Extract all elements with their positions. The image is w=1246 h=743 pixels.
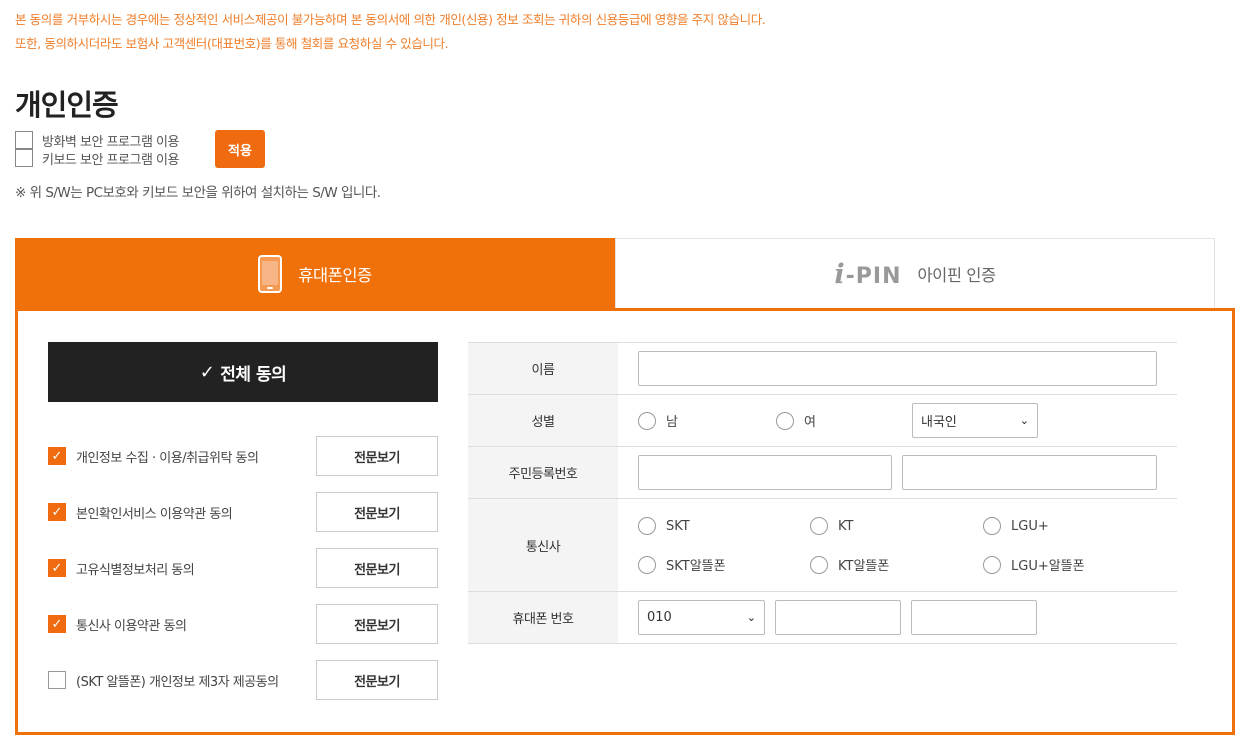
keyboard-security-checkbox[interactable] xyxy=(15,149,33,167)
tab-ipin-auth[interactable]: i-PIN 아이핀 인증 xyxy=(615,238,1215,309)
phone-number-label: 휴대폰 번호 xyxy=(468,592,618,643)
view-full-button[interactable]: 전문보기 xyxy=(316,660,438,700)
form-row-rrn: 주민등록번호 xyxy=(468,447,1177,499)
terms-row-unique-id: ✓ 고유식별정보처리 동의 전문보기 xyxy=(48,548,438,588)
form-row-carrier: 통신사 SKT KT LGU+ SKT알뜰폰 KT알뜰폰 LGU+알뜰폰 xyxy=(468,499,1177,592)
terms-label: 고유식별정보처리 동의 xyxy=(76,562,195,578)
view-full-button[interactable]: 전문보기 xyxy=(316,604,438,644)
terms-label: 개인정보 수집 · 이용/취급위탁 동의 xyxy=(76,450,259,466)
chevron-down-icon: ⌄ xyxy=(1019,414,1029,427)
page-title: 개인인증 xyxy=(15,88,119,122)
firewall-checkbox[interactable] xyxy=(15,131,33,149)
name-input[interactable] xyxy=(638,351,1157,386)
terms-label: 통신사 이용약관 동의 xyxy=(76,618,187,634)
form-row-gender: 성별 남 여 내국인 ⌄ xyxy=(468,395,1177,447)
rrn-front-input[interactable] xyxy=(638,455,892,490)
gender-label: 성별 xyxy=(468,395,618,446)
chevron-down-icon: ⌄ xyxy=(746,611,756,624)
terms-row-identity: ✓ 본인확인서비스 이용약관 동의 전문보기 xyxy=(48,492,438,532)
view-full-button[interactable]: 전문보기 xyxy=(316,436,438,476)
terms-label: (SKT 알뜰폰) 개인정보 제3자 제공동의 xyxy=(76,674,279,690)
rrn-back-input[interactable] xyxy=(902,455,1157,490)
terms-row-third-party: (SKT 알뜰폰) 개인정보 제3자 제공동의 전문보기 xyxy=(48,660,438,700)
carrier-lgu-radio[interactable]: LGU+ xyxy=(983,517,1049,535)
carrier-kt-mvno-radio[interactable]: KT알뜰폰 xyxy=(810,555,889,574)
tab-phone-label: 휴대폰인증 xyxy=(298,265,372,285)
gender-female-radio[interactable]: 여 xyxy=(776,411,816,430)
terms-checkbox-unique-id[interactable]: ✓ xyxy=(48,559,66,577)
terms-checkbox-privacy[interactable]: ✓ xyxy=(48,447,66,465)
firewall-label: 방화벽 보안 프로그램 이용 xyxy=(42,134,179,150)
carrier-skt-mvno-radio[interactable]: SKT알뜰폰 xyxy=(638,555,726,574)
view-full-button[interactable]: 전문보기 xyxy=(316,548,438,588)
keyboard-security-option[interactable]: 키보드 보안 프로그램 이용 xyxy=(15,149,179,168)
ipin-logo-icon: i-PIN xyxy=(834,258,902,290)
name-label: 이름 xyxy=(468,343,618,394)
phone-middle-input[interactable] xyxy=(775,600,901,635)
apply-button[interactable]: 적용 xyxy=(215,130,265,168)
terms-row-privacy: ✓ 개인정보 수집 · 이용/취급위탁 동의 전문보기 xyxy=(48,436,438,476)
view-full-button[interactable]: 전문보기 xyxy=(316,492,438,532)
tab-ipin-label: 아이핀 인증 xyxy=(917,266,996,285)
form-row-name: 이름 xyxy=(468,343,1177,395)
form-row-phone: 휴대폰 번호 010 ⌄ xyxy=(468,592,1177,644)
carrier-kt-radio[interactable]: KT xyxy=(810,517,853,535)
carrier-lgu-mvno-radio[interactable]: LGU+알뜰폰 xyxy=(983,555,1085,574)
terms-checkbox-third-party[interactable] xyxy=(48,671,66,689)
mobile-phone-icon xyxy=(258,254,283,293)
terms-label: 본인확인서비스 이용약관 동의 xyxy=(76,506,233,522)
identity-form: 이름 성별 남 여 내국인 ⌄ 주민등록번호 통신사 SKT KT LGU+ SK… xyxy=(468,342,1177,644)
rrn-label: 주민등록번호 xyxy=(468,447,618,498)
keyboard-security-label: 키보드 보안 프로그램 이용 xyxy=(42,152,179,168)
agree-all-label: 전체 동의 xyxy=(220,364,287,385)
gender-male-radio[interactable]: 남 xyxy=(638,411,678,430)
terms-checkbox-identity[interactable]: ✓ xyxy=(48,503,66,521)
carrier-skt-radio[interactable]: SKT xyxy=(638,517,690,535)
firewall-option[interactable]: 방화벽 보안 프로그램 이용 xyxy=(15,131,179,150)
notice-line-2: 또한, 동의하시더라도 보험사 고객센터(대표번호)를 통해 철회를 요청하실 … xyxy=(15,36,449,51)
nationality-select[interactable]: 내국인 ⌄ xyxy=(912,403,1038,438)
terms-checkbox-carrier[interactable]: ✓ xyxy=(48,615,66,633)
phone-prefix-select[interactable]: 010 ⌄ xyxy=(638,600,765,635)
tab-phone-auth[interactable]: 휴대폰인증 xyxy=(15,238,615,309)
terms-row-carrier: ✓ 통신사 이용약관 동의 전문보기 xyxy=(48,604,438,644)
notice-line-1: 본 동의를 거부하시는 경우에는 정상적인 서비스제공이 불가능하며 본 동의서… xyxy=(15,12,766,27)
phone-last-input[interactable] xyxy=(911,600,1037,635)
check-icon: ✓ xyxy=(199,361,215,383)
agree-all-button[interactable]: ✓ 전체 동의 xyxy=(48,342,438,402)
carrier-label: 통신사 xyxy=(468,499,618,591)
software-note: ※ 위 S/W는 PC보호와 키보드 보안을 위하여 설치하는 S/W 입니다. xyxy=(15,185,381,201)
